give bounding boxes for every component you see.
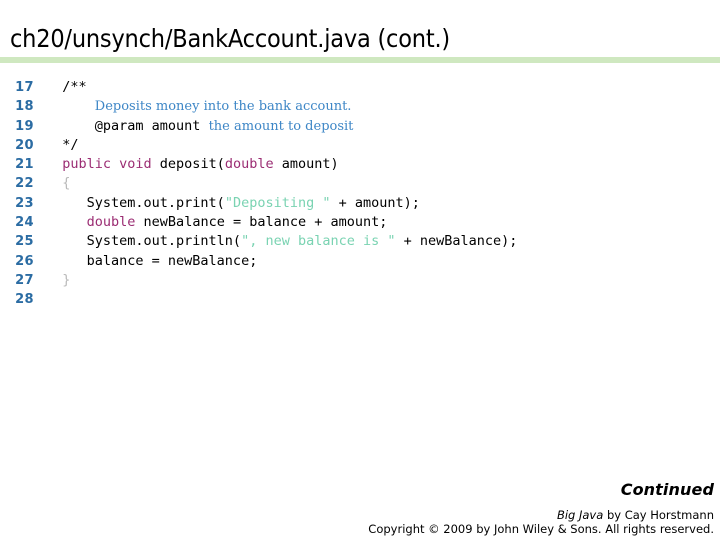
line-number: 24	[15, 215, 34, 231]
code-line: 22 {	[0, 174, 720, 193]
code-token-plain: System.out.println(	[46, 233, 242, 250]
copyright-line: Copyright © 2009 by John Wiley & Sons. A…	[368, 522, 714, 536]
code-text: System.out.print("Depositing " + amount)…	[46, 194, 420, 213]
code-token-plain: */	[46, 136, 79, 153]
code-line: 25 System.out.println(", new balance is …	[0, 232, 720, 251]
line-number: 22	[15, 176, 34, 192]
code-token-doc: Deposits money into the bank account.	[94, 99, 352, 115]
code-token-doc: the amount to deposit	[208, 118, 354, 134]
code-line: 28	[0, 290, 720, 309]
code-listing: 17 /** 18 Deposits money into the bank ac…	[0, 78, 720, 310]
credit-book-title: Big Java	[556, 508, 604, 522]
code-line: 21 public void deposit(double amount)	[0, 155, 720, 174]
title-divider	[0, 57, 720, 63]
code-text: Deposits money into the bank account.	[46, 97, 352, 116]
line-number: 26	[15, 253, 34, 269]
code-text: */	[46, 136, 79, 155]
line-number: 28	[15, 292, 34, 308]
code-token-keyword: double	[224, 156, 274, 173]
code-line: 19 @param amount the amount to deposit	[0, 117, 720, 136]
code-token-plain: + newBalance);	[395, 233, 518, 250]
line-number: 18	[15, 99, 34, 115]
code-line: 23 System.out.print("Depositing " + amou…	[0, 194, 720, 213]
code-line: 26 balance = newBalance;	[0, 252, 720, 271]
code-token-plain: deposit(	[151, 156, 225, 173]
code-token-faint: }	[46, 271, 71, 288]
slide-title-bar: ch20/unsynch/BankAccount.java (cont.)	[0, 0, 720, 57]
code-text: }	[46, 271, 70, 290]
code-token-faint: {	[46, 175, 71, 192]
code-token-plain: newBalance = balance + amount;	[135, 214, 388, 231]
code-token-plain: amount)	[273, 156, 339, 173]
code-text: System.out.println(", new balance is " +…	[46, 232, 518, 251]
line-number: 20	[15, 137, 34, 153]
code-token-string: "Depositing "	[224, 194, 331, 211]
credit-line: Big Java by Cay Horstmann	[368, 508, 714, 522]
code-line: 20 */	[0, 136, 720, 155]
code-token-plain: balance = newBalance;	[46, 252, 258, 269]
continued-label: Continued	[620, 480, 714, 499]
code-text: balance = newBalance;	[46, 252, 258, 271]
code-line: 18 Deposits money into the bank account.	[0, 97, 720, 116]
slide-footer: Continued Big Java by Cay Horstmann Copy…	[368, 480, 714, 536]
line-number: 27	[15, 272, 34, 288]
code-token-keyword: public void	[62, 156, 152, 173]
code-text: @param amount the amount to deposit	[46, 117, 354, 136]
line-number: 21	[15, 157, 34, 173]
code-token-plain: @param amount	[46, 117, 209, 134]
code-text: public void deposit(double amount)	[46, 155, 339, 174]
code-token-plain: System.out.print(	[46, 194, 225, 211]
line-number: 23	[15, 195, 34, 211]
code-text: /**	[46, 78, 87, 97]
code-line: 24 double newBalance = balance + amount;	[0, 213, 720, 232]
code-line: 27 }	[0, 271, 720, 290]
line-number: 19	[15, 118, 34, 134]
code-line: 17 /**	[0, 78, 720, 97]
code-token-keyword: double	[86, 214, 136, 231]
slide: ch20/unsynch/BankAccount.java (cont.) 17…	[0, 0, 720, 540]
code-text: double newBalance = balance + amount;	[46, 213, 388, 232]
line-number: 25	[15, 234, 34, 250]
credit-author: by Cay Horstmann	[603, 508, 714, 522]
code-token-plain: /**	[46, 79, 87, 95]
page-title: ch20/unsynch/BankAccount.java (cont.)	[10, 24, 450, 53]
line-number: 17	[15, 80, 34, 95]
code-token-string: ", new balance is "	[241, 233, 396, 250]
code-token-plain: + amount);	[330, 194, 420, 211]
code-text: {	[46, 174, 70, 193]
